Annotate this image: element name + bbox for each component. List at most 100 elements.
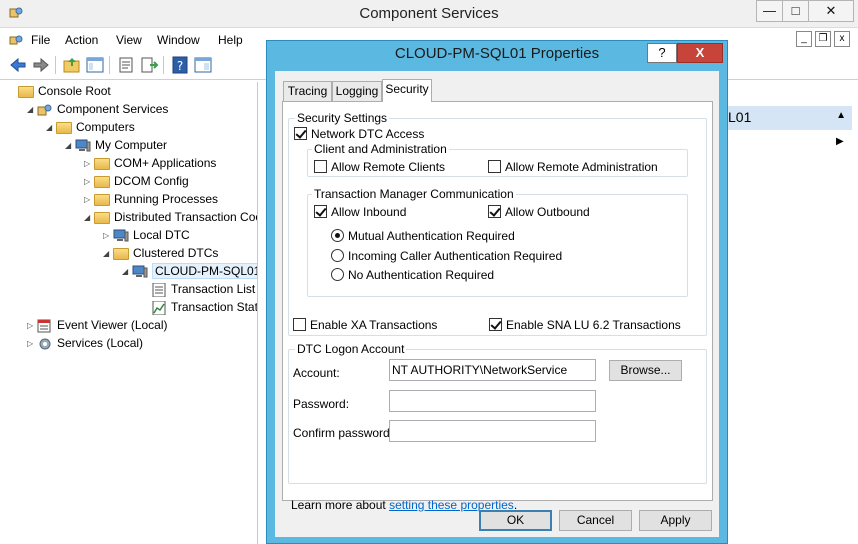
enable-xa-checkbox[interactable]: Enable XA Transactions	[293, 318, 437, 332]
back-arrow-icon[interactable]	[8, 55, 28, 75]
tree-item-distributed-transaction-coo[interactable]: ◢ Distributed Transaction Coo	[84, 208, 258, 227]
list-icon	[151, 282, 171, 297]
expanded-arrow-icon[interactable]: ◢	[103, 245, 113, 263]
dialog-close-button[interactable]: X	[677, 43, 723, 63]
tree-item-my-computer[interactable]: ◢ My Computer	[65, 136, 167, 154]
menu-file[interactable]: File	[31, 33, 50, 47]
checkbox-label: Allow Outbound	[505, 205, 590, 219]
computer-icon	[132, 264, 152, 278]
checkbox-box[interactable]	[314, 160, 327, 173]
tree-item-dcom-config[interactable]: ▷ DCOM Config	[84, 172, 189, 190]
collapsed-arrow-icon[interactable]: ▷	[103, 227, 113, 245]
mdi-restore-button[interactable]: ❐	[815, 31, 831, 47]
help-icon[interactable]: ?	[170, 55, 190, 75]
checkbox-box[interactable]	[293, 318, 306, 331]
tree-item-cloud-pm-sql01[interactable]: ◢ CLOUD-PM-SQL01	[122, 262, 257, 281]
collapsed-arrow-icon[interactable]: ▷	[84, 173, 94, 191]
confirm-password-input[interactable]	[389, 420, 596, 442]
checkbox-box[interactable]	[294, 127, 307, 140]
tab-tracing[interactable]: Tracing	[283, 81, 332, 101]
tree-item-computers[interactable]: ◢ Computers	[46, 118, 135, 136]
expanded-arrow-icon[interactable]: ◢	[46, 119, 56, 137]
password-input[interactable]	[389, 390, 596, 412]
menu-view[interactable]: View	[116, 33, 142, 47]
mdi-minimize-button[interactable]: _	[796, 31, 812, 47]
checkbox-box[interactable]	[488, 205, 501, 218]
tree-item-label: Services (Local)	[57, 336, 144, 350]
show-hide-action-pane-icon[interactable]	[193, 55, 213, 75]
cancel-button[interactable]: Cancel	[559, 510, 632, 531]
checkbox-label: Allow Remote Administration	[505, 160, 658, 174]
allow-remote-admin-checkbox[interactable]: Allow Remote Administration	[488, 160, 658, 174]
tree-item-label: Distributed Transaction Coo	[114, 210, 258, 224]
maximize-button[interactable]: □	[782, 0, 809, 22]
apply-button[interactable]: Apply	[639, 510, 712, 531]
tree-item-transaction-statis[interactable]: Transaction Statis	[141, 298, 257, 316]
client-admin-group: Client and Administration Allow Remote C…	[307, 142, 688, 177]
export-list-icon[interactable]	[139, 55, 159, 75]
checkbox-box[interactable]	[314, 205, 327, 218]
minimize-button[interactable]: —	[756, 0, 783, 22]
toolbar-separator	[163, 56, 164, 74]
actions-pane-header[interactable]: L01 ▲	[722, 106, 852, 130]
checkbox-box[interactable]	[488, 160, 501, 173]
collapsed-arrow-icon[interactable]: ▷	[27, 317, 37, 335]
no-auth-radio[interactable]: No Authentication Required	[331, 268, 494, 282]
network-dtc-access-checkbox[interactable]: Network DTC Access	[294, 127, 424, 141]
menu-help[interactable]: Help	[218, 33, 243, 47]
up-folder-icon[interactable]	[62, 55, 82, 75]
forward-arrow-icon[interactable]	[31, 55, 51, 75]
dialog-help-button[interactable]: ?	[647, 43, 677, 63]
tree-item-running-processes[interactable]: ▷ Running Processes	[84, 190, 218, 208]
close-button[interactable]: ✕	[808, 0, 854, 22]
tree-item-local-dtc[interactable]: ▷ Local DTC	[103, 226, 190, 244]
account-input[interactable]: NT AUTHORITY\NetworkService	[389, 359, 596, 381]
menu-action[interactable]: Action	[65, 33, 98, 47]
expanded-arrow-icon[interactable]: ◢	[65, 137, 75, 155]
folder-icon	[94, 156, 114, 170]
collapse-up-icon[interactable]: ▲	[836, 110, 846, 121]
show-hide-tree-icon[interactable]	[85, 55, 105, 75]
folder-icon	[56, 120, 76, 134]
collapsed-arrow-icon[interactable]: ▷	[84, 155, 94, 173]
tab-logging[interactable]: Logging	[332, 81, 382, 101]
incoming-caller-auth-radio[interactable]: Incoming Caller Authentication Required	[331, 249, 562, 263]
tm-communication-label: Transaction Manager Communication	[312, 187, 516, 201]
allow-inbound-checkbox[interactable]: Allow Inbound	[314, 205, 406, 219]
radio-circle[interactable]	[331, 268, 344, 281]
radio-circle[interactable]	[331, 229, 344, 242]
component-services-icon	[37, 102, 57, 116]
tree-item-component-services[interactable]: ◢ Component Services	[27, 100, 168, 118]
enable-sna-checkbox[interactable]: Enable SNA LU 6.2 Transactions	[489, 318, 681, 332]
tree-item-label: Local DTC	[133, 228, 190, 242]
tree-item-com-applications[interactable]: ▷ COM+ Applications	[84, 154, 216, 172]
tree-item-transaction-list[interactable]: Transaction List	[141, 280, 255, 298]
browse-button[interactable]: Browse...	[609, 360, 682, 381]
svg-text:?: ?	[177, 59, 183, 73]
tree-item-clustered-dtcs[interactable]: ◢ Clustered DTCs	[103, 244, 218, 262]
event-viewer-icon	[37, 318, 57, 333]
tab-security[interactable]: Security	[382, 79, 432, 102]
tree-item-event-viewer-local[interactable]: ▷ Event Viewer (Local)	[27, 316, 168, 334]
expanded-arrow-icon[interactable]: ◢	[122, 263, 132, 281]
properties-icon[interactable]	[116, 55, 136, 75]
gear-icon	[37, 336, 57, 350]
more-actions-arrow-icon[interactable]: ▶	[836, 136, 844, 147]
checkbox-label: Allow Remote Clients	[331, 160, 446, 174]
system-menu-icon[interactable]	[8, 32, 24, 48]
expanded-arrow-icon[interactable]: ◢	[84, 209, 94, 227]
tree-item-services-local[interactable]: ▷ Services (Local)	[27, 334, 143, 352]
mutual-auth-radio[interactable]: Mutual Authentication Required	[331, 229, 515, 243]
collapsed-arrow-icon[interactable]: ▷	[27, 335, 37, 353]
allow-remote-clients-checkbox[interactable]: Allow Remote Clients	[314, 160, 445, 174]
expanded-arrow-icon[interactable]: ◢	[27, 101, 37, 119]
mdi-close-button[interactable]: x	[834, 31, 850, 47]
menu-window[interactable]: Window	[157, 33, 200, 47]
radio-circle[interactable]	[331, 249, 344, 262]
dialog-body: Tracing Logging Security Security Settin…	[275, 71, 719, 537]
collapsed-arrow-icon[interactable]: ▷	[84, 191, 94, 209]
checkbox-box[interactable]	[489, 318, 502, 331]
tree-item-console-root[interactable]: Console Root	[8, 82, 111, 100]
allow-outbound-checkbox[interactable]: Allow Outbound	[488, 205, 590, 219]
ok-button[interactable]: OK	[479, 510, 552, 531]
